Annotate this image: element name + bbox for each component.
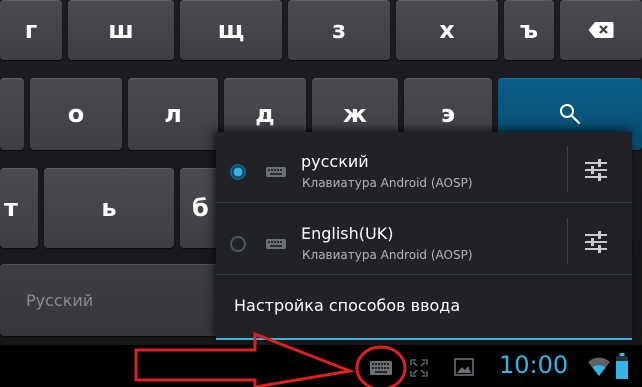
input-method-picker: русский Клавиатура Android (AOSP) Englis… [216,132,632,340]
key-label: з [332,16,346,44]
space-bar-language-label: Русский [26,290,94,310]
key-label: г [24,16,38,44]
key-label: т [4,194,18,222]
input-method-name: русский [301,152,369,171]
key-sh[interactable]: ш [68,0,174,60]
divider [567,146,568,192]
key-t[interactable]: т [0,168,38,248]
input-method-subtitle: Клавиатура Android (AOSP) [302,176,473,190]
divider [216,274,632,275]
keyboard-icon[interactable] [370,361,392,375]
fullscreen-icon [410,359,428,377]
backspace-icon [588,22,614,38]
input-method-name: English(UK) [301,224,394,243]
radio-selected[interactable] [230,164,246,180]
divider [567,218,568,264]
keyboard-icon [266,239,286,249]
settings-sliders-icon[interactable] [584,231,608,253]
status-bar-clock: 10:00 [499,351,569,379]
delete-key[interactable] [560,0,642,60]
key-label: э [440,100,456,128]
gallery-icon [454,358,474,376]
divider [216,202,632,203]
key-label: ь [101,194,117,222]
search-icon [560,104,581,125]
configure-input-methods-button[interactable]: Настройка способов ввода [234,296,460,315]
key-soft-sign[interactable]: ь [44,168,174,248]
key-l[interactable]: л [128,78,218,150]
key-z[interactable]: з [288,0,390,60]
key-label: б [192,194,209,222]
key-kh[interactable]: х [396,0,498,60]
key-label: ш [108,16,134,44]
key-label: ъ [519,16,539,44]
key-o[interactable]: о [30,78,122,150]
key-shch[interactable]: щ [180,0,282,60]
battery-icon [616,353,628,379]
radio-unselected[interactable] [230,236,246,252]
popup-bottom-accent [216,338,632,340]
input-method-item-english[interactable]: English(UK) Клавиатура Android (AOSP) [216,204,632,274]
space-bar[interactable]: Русский [0,264,230,336]
wifi-icon [588,357,610,376]
keyboard-icon [266,167,286,177]
key-label: л [164,100,182,128]
key-label: д [255,100,275,128]
input-method-item-russian[interactable]: русский Клавиатура Android (AOSP) [216,132,632,202]
input-method-subtitle: Клавиатура Android (AOSP) [302,248,473,262]
key-label: ж [343,100,367,128]
key-partial-left[interactable] [0,78,24,150]
key-hard-sign[interactable]: ъ [504,0,554,60]
key-label: о [67,100,85,128]
key-label: х [439,16,455,44]
key-g[interactable]: г [0,0,62,60]
settings-sliders-icon[interactable] [584,159,608,181]
key-label: щ [217,16,245,44]
